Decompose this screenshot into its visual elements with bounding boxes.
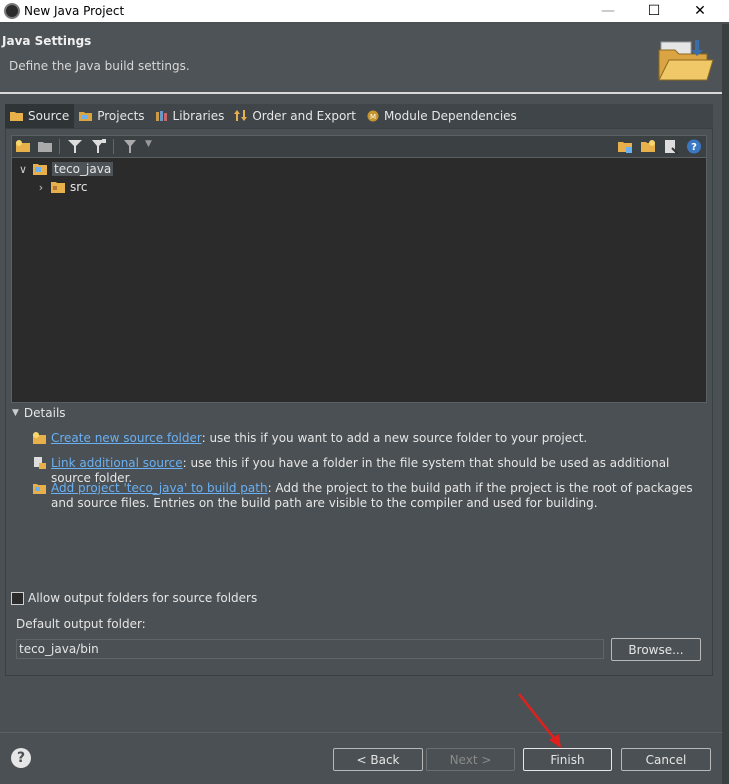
svg-text:?: ? xyxy=(691,142,697,153)
tab-label: Order and Export xyxy=(252,109,356,123)
chevron-down-icon[interactable]: ∨ xyxy=(16,163,30,176)
page-subtitle: Define the Java build settings. xyxy=(9,59,190,73)
next-button[interactable]: Next > xyxy=(426,748,515,771)
help-icon[interactable]: ? xyxy=(11,748,31,768)
order-export-icon xyxy=(234,110,248,121)
edit-folder-icon[interactable] xyxy=(640,139,656,154)
new-source-folder-icon xyxy=(33,432,46,444)
detail-text: : use this if you want to add a new sour… xyxy=(201,431,588,445)
details-toggle[interactable]: ▼ Details xyxy=(12,406,66,420)
minimize-button[interactable]: — xyxy=(585,0,631,22)
libraries-icon xyxy=(155,111,167,121)
default-output-folder-input[interactable] xyxy=(16,639,604,659)
source-tree[interactable]: ∨ teco_java › src xyxy=(11,157,707,403)
finish-button[interactable]: Finish xyxy=(523,748,612,771)
close-button[interactable]: ✕ xyxy=(677,0,723,22)
tab-module-dependencies[interactable]: M Module Dependencies xyxy=(361,104,522,128)
tab-order-and-export[interactable]: Order and Export xyxy=(229,104,361,128)
cancel-button[interactable]: Cancel xyxy=(621,748,711,771)
back-button[interactable]: < Back xyxy=(333,748,423,771)
chevron-right-icon[interactable]: › xyxy=(34,181,48,194)
eclipse-app-icon xyxy=(4,3,20,19)
tab-bar: Source Projects Libraries Order and Expo… xyxy=(5,104,713,128)
tree-node-src[interactable]: › src xyxy=(34,178,88,196)
title-bar: New Java Project — ☐ ✕ xyxy=(0,0,729,22)
filter-icon[interactable] xyxy=(67,139,83,154)
tree-node-label: teco_java xyxy=(52,162,114,176)
java-project-folder-icon xyxy=(658,40,714,81)
tab-libraries[interactable]: Libraries xyxy=(150,104,230,128)
link-source-icon xyxy=(34,457,46,469)
remove-icon[interactable] xyxy=(663,139,679,154)
tab-label: Projects xyxy=(97,109,145,123)
module-icon: M xyxy=(367,110,379,122)
allow-output-folders-label: Allow output folders for source folders xyxy=(28,591,258,605)
add-folder-icon[interactable] xyxy=(617,139,633,154)
svg-text:M: M xyxy=(370,113,376,121)
allow-output-folders-checkbox[interactable] xyxy=(11,591,24,605)
configure-icon[interactable] xyxy=(122,139,138,154)
chevron-down-icon[interactable]: ▼ xyxy=(145,139,152,149)
tab-label: Source xyxy=(28,109,70,123)
default-output-folder-label: Default output folder: xyxy=(16,617,146,631)
tab-label: Module Dependencies xyxy=(383,109,517,123)
source-folder-icon xyxy=(51,182,65,193)
detail-create-source-folder: Create new source folder: use this if yo… xyxy=(32,431,702,446)
add-project-build-path-link[interactable]: Add project 'teco_java' to build path xyxy=(51,481,268,495)
page-title: Java Settings xyxy=(2,34,92,48)
tab-projects[interactable]: Projects xyxy=(74,104,149,128)
new-source-folder-icon[interactable] xyxy=(15,139,31,154)
tree-node-project[interactable]: ∨ teco_java xyxy=(16,160,114,178)
filter-edit-icon[interactable] xyxy=(91,139,107,154)
add-project-icon xyxy=(33,484,46,494)
triangle-down-icon: ▼ xyxy=(12,408,19,418)
red-arrow-annotation xyxy=(518,693,561,748)
source-folder-icon xyxy=(10,112,23,121)
source-toolbar: ▼ ? xyxy=(11,135,707,157)
detail-add-project-build-path: Add project 'teco_java' to build path: A… xyxy=(32,481,702,511)
create-source-folder-link[interactable]: Create new source folder xyxy=(51,431,202,445)
tab-label: Libraries xyxy=(172,109,225,123)
details-label: Details xyxy=(23,406,66,420)
maximize-button[interactable]: ☐ xyxy=(631,0,677,22)
header-separator xyxy=(0,92,722,94)
wizard-banner: Java Settings Define the Java build sett… xyxy=(0,24,729,92)
java-project-icon xyxy=(33,164,47,175)
tab-source[interactable]: Source xyxy=(5,104,75,128)
projects-icon xyxy=(79,112,93,121)
link-source-icon[interactable] xyxy=(37,139,53,154)
allow-output-folders-row[interactable]: Allow output folders for source folders xyxy=(11,591,257,605)
link-additional-source-link[interactable]: Link additional source xyxy=(51,456,183,470)
tree-node-label: src xyxy=(70,180,88,194)
window-title: New Java Project xyxy=(24,4,125,18)
window-edge xyxy=(722,24,729,784)
help-icon[interactable]: ? xyxy=(686,139,702,154)
footer-separator xyxy=(0,732,722,733)
browse-button[interactable]: Browse... xyxy=(611,638,701,661)
